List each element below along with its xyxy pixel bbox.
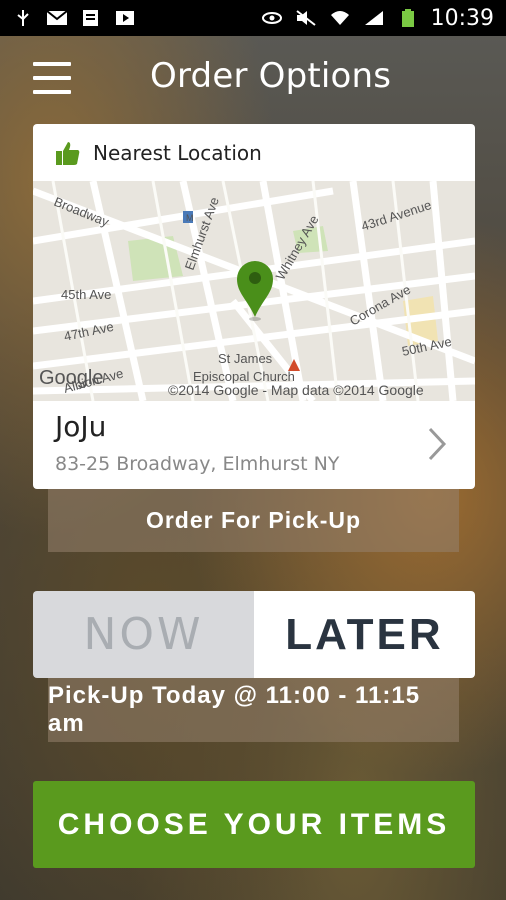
status-bar: 10:39 xyxy=(0,0,506,36)
mute-icon xyxy=(295,10,316,26)
status-notifications xyxy=(12,9,136,27)
hamburger-menu-icon[interactable] xyxy=(33,62,71,96)
location-map[interactable]: M Broadway Elmhurst Ave Whitney Ave 43rd… xyxy=(33,181,475,401)
nearest-location-label: Nearest Location xyxy=(93,140,262,165)
now-option[interactable]: NOW xyxy=(33,591,254,678)
order-type-label[interactable]: Order For Pick-Up xyxy=(48,489,459,552)
map-attribution: ©2014 Google - Map data ©2014 Google xyxy=(168,382,424,398)
page-title: Order Options xyxy=(150,56,392,96)
location-address: 83-25 Broadway, Elmhurst NY xyxy=(55,453,340,475)
location-card[interactable]: Nearest Location M Broadway Elmhurst Ave… xyxy=(33,124,475,489)
chevron-right-icon[interactable] xyxy=(427,426,447,462)
battery-icon xyxy=(401,9,414,27)
usb-icon xyxy=(17,10,29,26)
later-option[interactable]: LATER xyxy=(254,591,475,678)
svg-text:M: M xyxy=(186,213,194,223)
wifi-icon xyxy=(330,11,349,25)
eye-icon xyxy=(261,12,282,24)
app-header: Order Options xyxy=(0,36,506,124)
location-name: JoJu xyxy=(55,410,107,443)
choose-items-button[interactable]: CHOOSE YOUR ITEMS xyxy=(33,781,475,868)
video-icon xyxy=(116,11,134,25)
google-logo: Google xyxy=(39,367,104,389)
map-street-label: 45th Ave xyxy=(61,287,111,302)
map-poi-label: St James xyxy=(218,351,273,366)
status-system: 10:39 xyxy=(261,6,494,31)
location-card-header: Nearest Location xyxy=(33,124,475,181)
document-icon xyxy=(83,10,98,26)
clock: 10:39 xyxy=(430,5,494,31)
thumbs-up-icon xyxy=(56,141,80,165)
pickup-time-label[interactable]: Pick-Up Today @ 11:00 - 11:15 am xyxy=(48,678,459,742)
mail-icon xyxy=(46,10,68,25)
time-toggle[interactable]: NOW LATER xyxy=(33,591,475,678)
signal-icon xyxy=(364,11,383,25)
